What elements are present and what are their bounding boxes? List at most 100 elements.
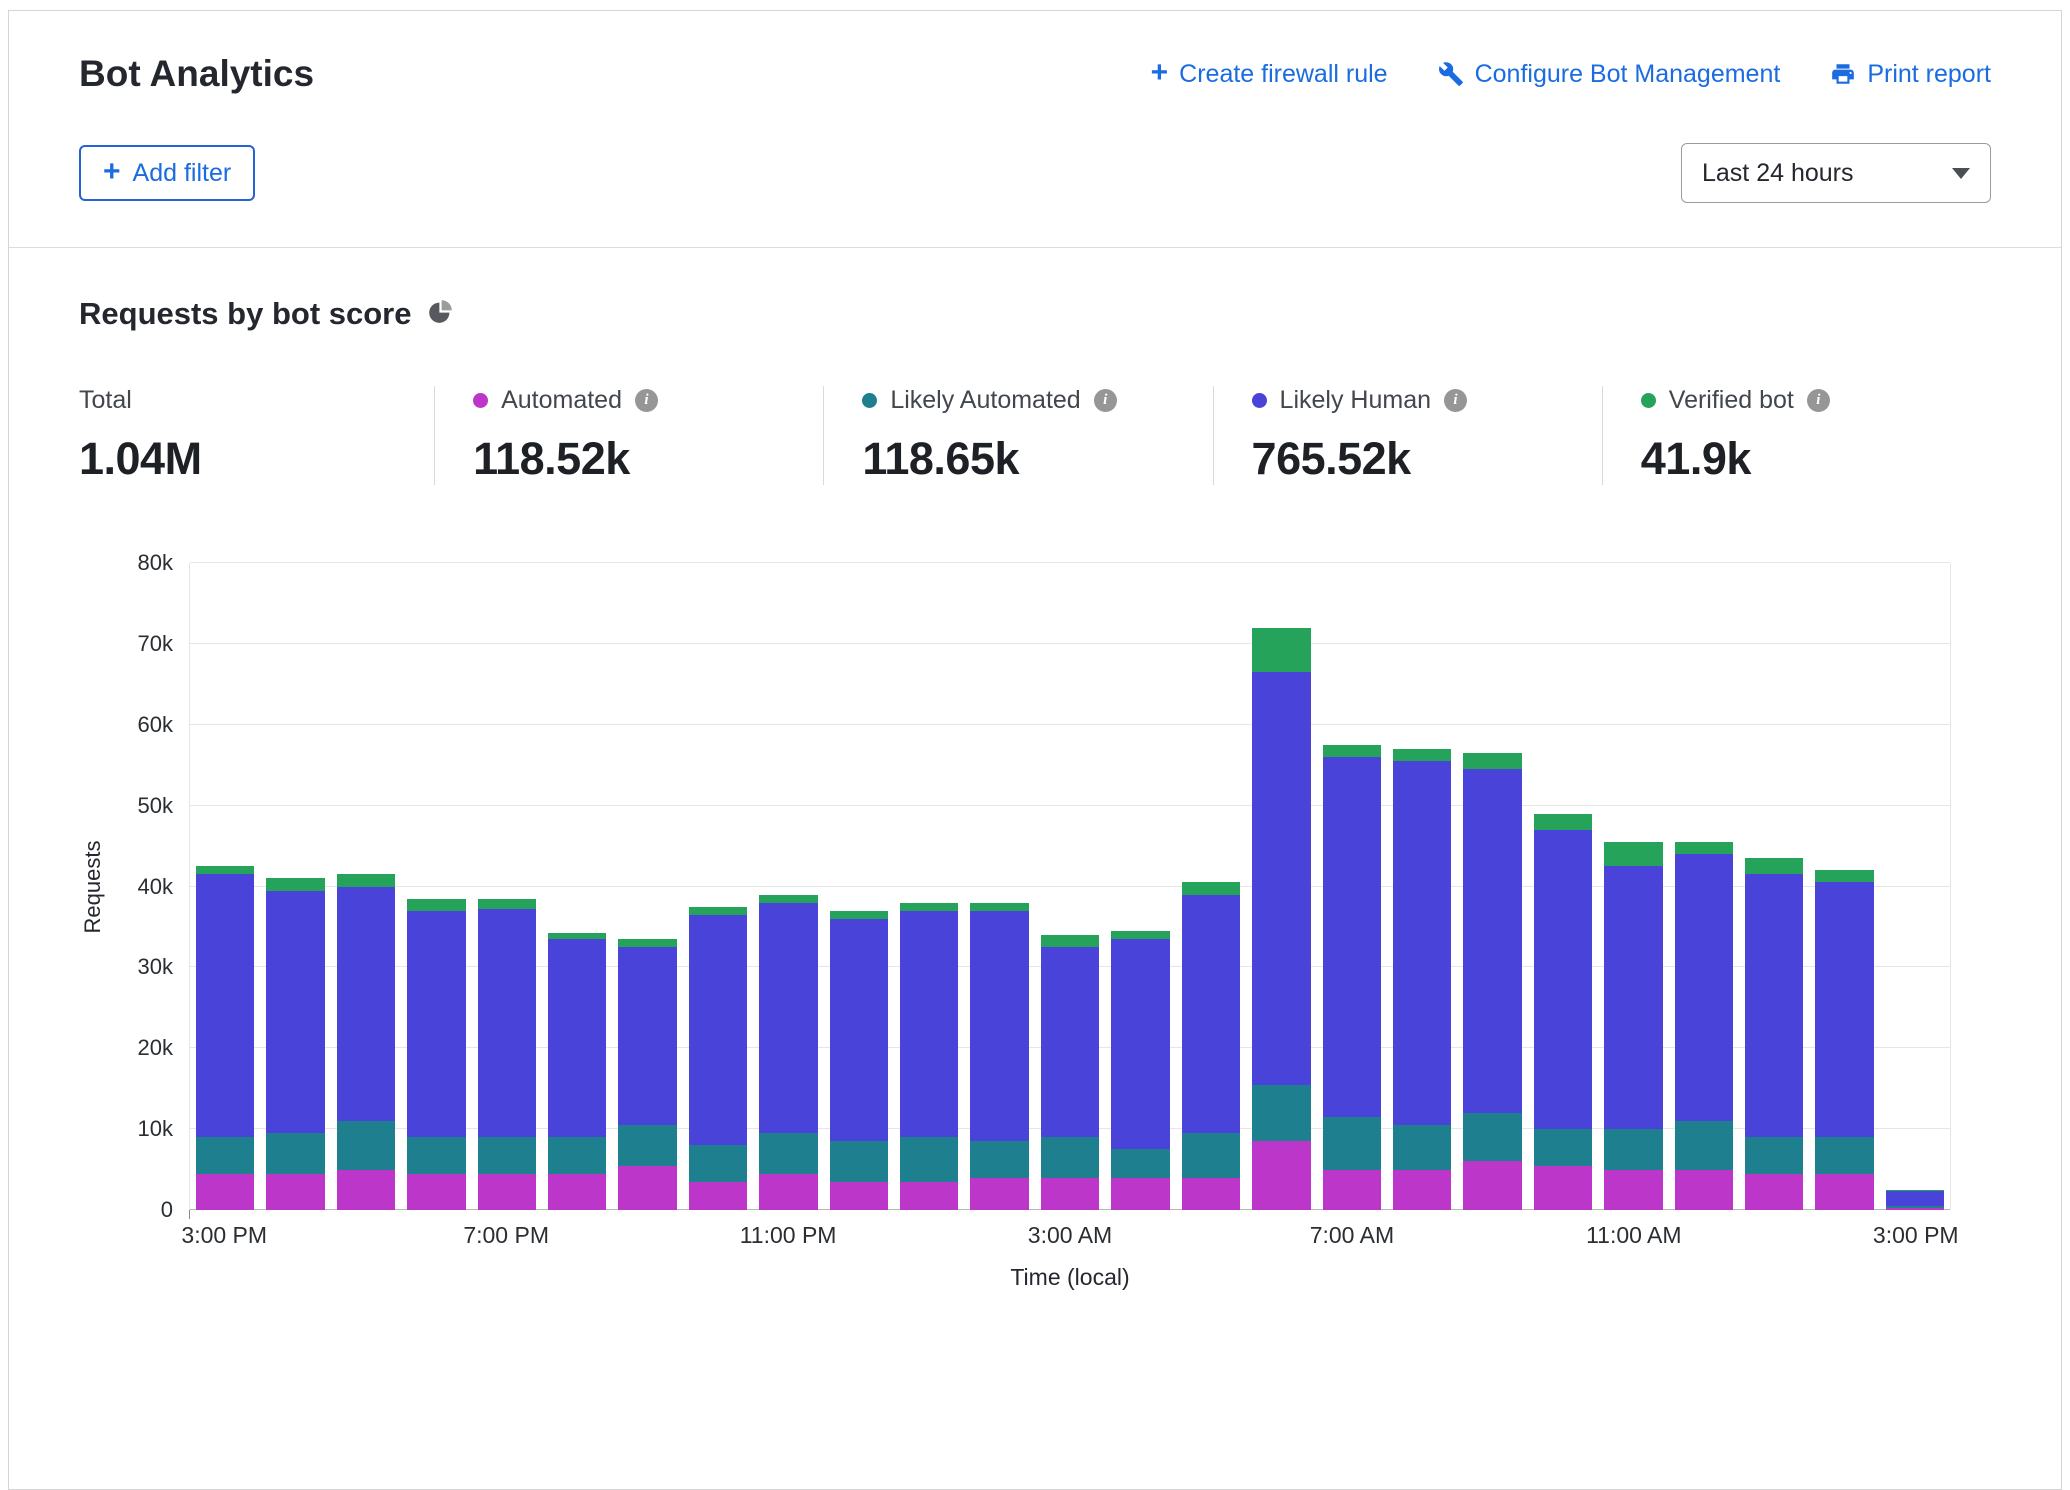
bar-segment-likely-human	[1182, 895, 1240, 1134]
bar-11[interactable]	[964, 563, 1034, 1210]
stat-automated-label: Automated	[501, 386, 622, 415]
bar-15[interactable]	[1246, 563, 1316, 1210]
bar-1[interactable]	[260, 563, 330, 1210]
bar-segment-automated	[1745, 1174, 1803, 1210]
bar-segment-verified-bot	[266, 878, 324, 890]
bar-segment-automated	[618, 1166, 676, 1210]
time-range-select[interactable]: Last 24 hours	[1681, 143, 1991, 203]
bar-segment-automated	[1111, 1178, 1169, 1210]
bar-segment-likely-human	[1323, 757, 1381, 1117]
section-title: Requests by bot score	[79, 296, 411, 332]
stat-likely-human-label: Likely Human	[1280, 386, 1431, 415]
bar-segment-likely-human	[1041, 947, 1099, 1137]
bar-18[interactable]	[1457, 563, 1527, 1210]
bar-segment-verified-bot	[830, 911, 888, 919]
x-tick-label: 7:00 AM	[1310, 1222, 1394, 1249]
bar-segment-likely-automated	[1745, 1137, 1803, 1173]
bar-segment-automated	[1604, 1170, 1662, 1210]
bar-segment-verified-bot	[196, 866, 254, 874]
bar-19[interactable]	[1528, 563, 1598, 1210]
bar-segment-likely-human	[900, 911, 958, 1137]
info-icon[interactable]: i	[635, 389, 658, 412]
bar-21[interactable]	[1669, 563, 1739, 1210]
stat-automated-value: 118.52k	[473, 433, 823, 485]
bar-24[interactable]	[1880, 563, 1950, 1210]
bar-segment-verified-bot	[1323, 745, 1381, 757]
y-tick-label: 10k	[138, 1118, 173, 1140]
stat-likely-human-value: 765.52k	[1252, 433, 1602, 485]
bar-9[interactable]	[824, 563, 894, 1210]
bar-segment-verified-bot	[1604, 842, 1662, 866]
bar-segment-automated	[1323, 1170, 1381, 1210]
bar-7[interactable]	[683, 563, 753, 1210]
info-icon[interactable]: i	[1444, 389, 1467, 412]
printer-icon	[1830, 61, 1856, 87]
stat-automated: Automated i 118.52k	[434, 386, 823, 485]
bar-segment-likely-human	[1815, 882, 1873, 1137]
bar-segment-likely-automated	[759, 1133, 817, 1173]
bar-8[interactable]	[753, 563, 823, 1210]
bar-segment-likely-automated	[1041, 1137, 1099, 1177]
plus-icon: +	[1151, 58, 1169, 88]
bar-segment-automated	[1393, 1170, 1451, 1210]
bar-17[interactable]	[1387, 563, 1457, 1210]
x-tick-label: 11:00 AM	[1586, 1222, 1681, 1249]
create-firewall-rule-link[interactable]: + Create firewall rule	[1151, 59, 1388, 89]
bar-segment-likely-automated	[1815, 1137, 1873, 1173]
bar-segment-automated	[830, 1182, 888, 1210]
bar-segment-likely-human	[548, 939, 606, 1137]
bar-segment-verified-bot	[478, 899, 536, 910]
automated-legend-dot	[473, 393, 488, 408]
bar-6[interactable]	[612, 563, 682, 1210]
x-tick-label: 3:00 AM	[1028, 1222, 1112, 1249]
bar-2[interactable]	[331, 563, 401, 1210]
bar-segment-automated	[548, 1174, 606, 1210]
bar-segment-likely-automated	[1252, 1085, 1310, 1142]
bar-0[interactable]	[190, 563, 260, 1210]
bar-14[interactable]	[1176, 563, 1246, 1210]
bot-analytics-card: Bot Analytics + Create firewall rule Con…	[8, 10, 2062, 1490]
bar-5[interactable]	[542, 563, 612, 1210]
axis-tick	[189, 1210, 190, 1219]
bar-segment-automated	[1886, 1208, 1944, 1210]
bar-segment-verified-bot	[1534, 814, 1592, 830]
bar-segment-likely-human	[970, 911, 1028, 1141]
likely-human-legend-dot	[1252, 393, 1267, 408]
bar-segment-likely-automated	[900, 1137, 958, 1181]
bar-segment-likely-automated	[1463, 1113, 1521, 1162]
bar-12[interactable]	[1035, 563, 1105, 1210]
requests-section: Requests by bot score Total 1.04M Automa…	[9, 248, 2061, 1351]
stat-likely-automated-value: 118.65k	[862, 433, 1212, 485]
bar-segment-likely-human	[830, 919, 888, 1141]
card-header: Bot Analytics + Create firewall rule Con…	[9, 11, 2061, 247]
bar-23[interactable]	[1809, 563, 1879, 1210]
add-filter-button[interactable]: + Add filter	[79, 145, 255, 201]
bar-segment-automated	[266, 1174, 324, 1210]
bar-segment-likely-automated	[970, 1141, 1028, 1177]
bar-3[interactable]	[401, 563, 471, 1210]
bar-segment-verified-bot	[970, 903, 1028, 911]
stat-total: Total 1.04M	[79, 386, 434, 485]
configure-bot-management-link[interactable]: Configure Bot Management	[1438, 60, 1781, 89]
bar-segment-likely-automated	[830, 1141, 888, 1181]
bar-segment-automated	[689, 1182, 747, 1210]
info-icon[interactable]: i	[1094, 389, 1117, 412]
bar-segment-likely-automated	[337, 1121, 395, 1170]
print-report-link[interactable]: Print report	[1830, 60, 1991, 89]
bar-16[interactable]	[1317, 563, 1387, 1210]
bar-13[interactable]	[1105, 563, 1175, 1210]
bar-segment-likely-automated	[1111, 1149, 1169, 1177]
info-icon[interactable]: i	[1807, 389, 1830, 412]
bar-10[interactable]	[894, 563, 964, 1210]
bar-22[interactable]	[1739, 563, 1809, 1210]
stat-total-value: 1.04M	[79, 433, 434, 485]
bar-segment-automated	[196, 1174, 254, 1210]
bar-segment-likely-automated	[1675, 1121, 1733, 1170]
bar-20[interactable]	[1598, 563, 1668, 1210]
y-axis-ticks: 010k20k30k40k50k60k70k80k	[79, 563, 189, 1210]
x-tick-label: 3:00 PM	[1873, 1222, 1959, 1249]
bar-segment-likely-automated	[1323, 1117, 1381, 1170]
pie-chart-icon	[427, 298, 454, 330]
bar-4[interactable]	[472, 563, 542, 1210]
stat-likely-automated-label: Likely Automated	[890, 386, 1080, 415]
